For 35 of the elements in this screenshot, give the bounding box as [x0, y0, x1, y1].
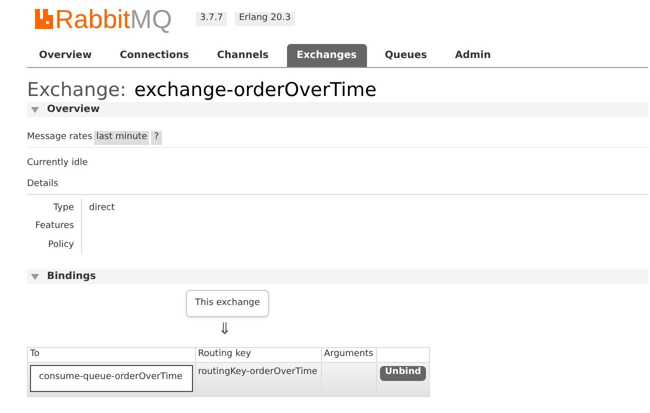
rates-label: Message rates	[27, 131, 92, 144]
table-cell: routingKey-orderOverTime	[196, 362, 322, 396]
section-title: Bindings	[47, 270, 96, 284]
detail-label: Type	[53, 202, 74, 214]
nav-tab[interactable]: Connections	[110, 44, 200, 67]
detail-value: direct	[89, 202, 115, 214]
help-button[interactable]: ?	[151, 131, 162, 144]
nav-tab[interactable]: Overview	[29, 44, 102, 67]
section-header[interactable]: Bindings	[27, 269, 648, 284]
unbind-button[interactable]: Unbind	[380, 366, 426, 380]
section-header[interactable]: Overview	[27, 102, 648, 117]
nav-tab[interactable]: Admin	[444, 44, 501, 67]
column-header: Arguments	[322, 348, 376, 362]
detail-label: Policy	[48, 238, 74, 252]
triangle-icon	[31, 106, 39, 112]
status-text: Currently idle	[27, 156, 89, 170]
column-header: Routing key	[196, 348, 322, 362]
column-header: To	[28, 348, 196, 362]
logo-text: RabbitMQ	[55, 6, 172, 32]
nav-tab[interactable]: Channels	[207, 44, 279, 67]
version-badge: 3.7.7	[196, 12, 227, 26]
nav-tab[interactable]: Exchanges	[286, 44, 367, 67]
arrow-symbol: ⇓	[218, 318, 232, 340]
rabbit-logo-icon	[35, 9, 53, 29]
erlang-badge: Erlang 20.3	[234, 12, 295, 26]
triangle-icon	[31, 274, 39, 280]
section-title: Overview	[47, 103, 100, 117]
nav-tab[interactable]: Queues	[374, 44, 437, 67]
source-node: This exchange	[186, 290, 269, 317]
queue-link[interactable]: consume-queue-orderOverTime	[30, 364, 193, 392]
detail-label: Features	[35, 220, 74, 233]
rates-dropdown[interactable]: last minute	[94, 131, 150, 144]
page-title: exchange-orderOverTime	[134, 81, 377, 100]
details-label: Details	[27, 178, 648, 194]
page-title-prefix: Exchange:	[27, 81, 126, 100]
